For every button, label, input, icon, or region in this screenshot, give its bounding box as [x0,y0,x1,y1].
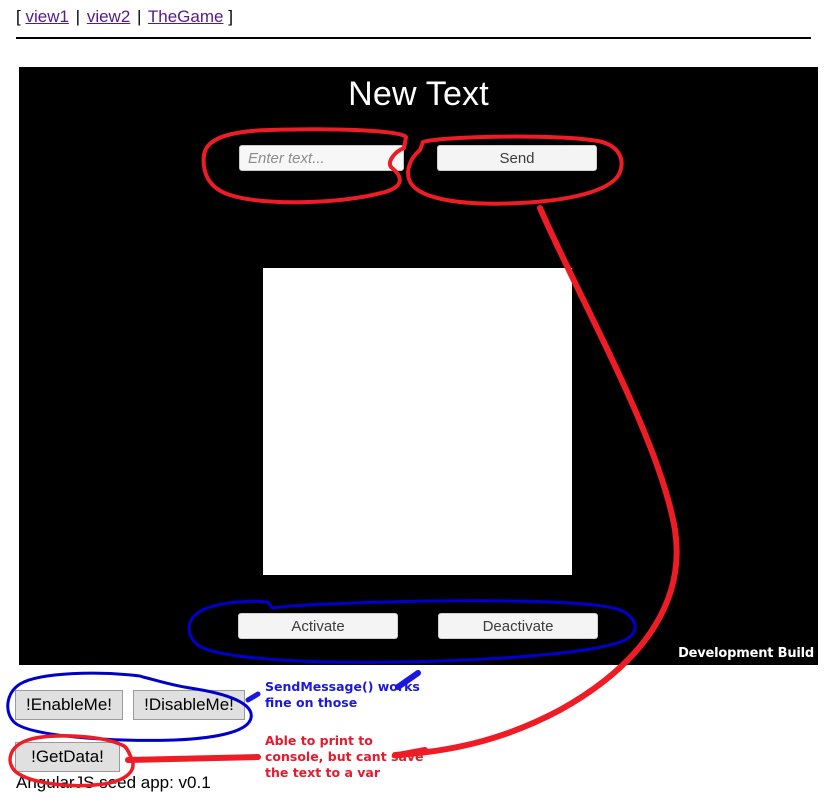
send-button[interactable]: Send [437,145,597,171]
nav-link-view1[interactable]: view1 [25,7,68,26]
annotation-line-getdata [125,754,261,763]
deactivate-button[interactable]: Deactivate [438,613,598,639]
activate-button[interactable]: Activate [238,613,398,639]
development-build-watermark: Development Build [678,646,814,661]
white-display-panel [263,268,572,575]
nav-open-bracket: [ [16,7,21,26]
nav-divider [16,37,811,39]
disable-me-button[interactable]: !DisableMe! [133,690,245,720]
enable-me-button[interactable]: !EnableMe! [15,690,123,720]
text-input[interactable] [239,145,404,171]
nav-separator-1: | [75,7,81,26]
unity-game-canvas[interactable]: New Text Send Activate Deactivate Develo… [19,67,818,665]
nav-link-thegame[interactable]: TheGame [148,7,224,26]
get-data-button[interactable]: !GetData! [15,742,120,772]
annotation-arrow-blue [245,691,261,703]
nav-separator-2: | [137,7,142,26]
game-title-text: New Text [348,75,489,113]
annotation-blue-note: SendMessage() works fine on those [265,679,420,710]
top-nav: [ view1 | view2 | TheGame ] [0,0,827,38]
annotation-red-note: Able to print to console, but cant save … [265,733,424,780]
nav-close-bracket: ] [228,7,233,26]
footer-version-text: AngularJS seed app: v0.1 [16,773,211,792]
nav-link-view2[interactable]: view2 [87,7,130,26]
